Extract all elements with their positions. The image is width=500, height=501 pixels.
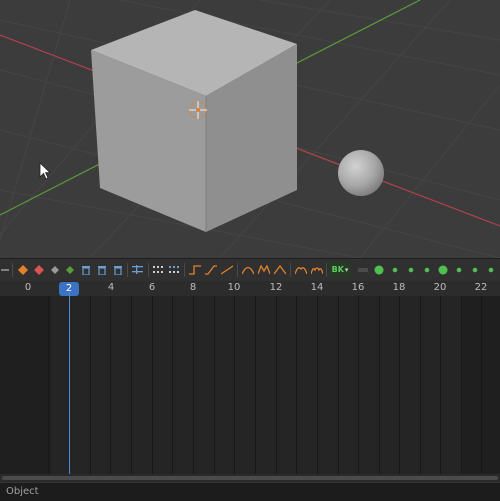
ruler-tick: 10 (227, 282, 241, 293)
trash-selected-icon[interactable] (94, 262, 109, 277)
menu-collapse-icon[interactable] (0, 262, 10, 277)
record-dot-icon[interactable] (371, 262, 386, 277)
mouse-cursor-icon (39, 162, 51, 180)
ruler-tick: 22 (474, 282, 488, 293)
playhead-line[interactable] (69, 292, 70, 475)
curve-icon[interactable] (240, 262, 255, 277)
horizontal-scrollbar[interactable] (0, 474, 500, 482)
timeline-toolbar: BK ▾ (0, 258, 500, 282)
cube-object (91, 10, 297, 232)
frame-ruler[interactable]: 0 4 6 8 10 12 14 16 18 20 22 2 (0, 281, 500, 296)
ruler-tick: 0 (24, 282, 32, 293)
track-dot-2-icon[interactable] (403, 262, 418, 277)
diamond-small-icon[interactable] (47, 262, 62, 277)
diamond-green-icon[interactable] (62, 262, 77, 277)
viewport-scene (0, 0, 500, 258)
keys-selected-grid-icon[interactable] (167, 262, 182, 277)
ruler-tick: 16 (351, 282, 365, 293)
record-dot-large-icon[interactable] (435, 262, 450, 277)
curve-peak-icon[interactable] (256, 262, 271, 277)
bounce-curve-icon[interactable] (309, 262, 324, 277)
bake-keys-toggle[interactable]: BK ▾ (329, 262, 351, 277)
trash-all-icon[interactable] (110, 262, 125, 277)
sphere-object (338, 150, 384, 196)
frame-range-icon[interactable] (130, 262, 145, 277)
track-dot-3-icon[interactable] (419, 262, 434, 277)
ruler-tick: 20 (433, 282, 447, 293)
ruler-tick: 8 (189, 282, 197, 293)
scrollbar-thumb[interactable] (2, 476, 498, 480)
track-dot-1-icon[interactable] (387, 262, 402, 277)
track-dot-4-icon[interactable] (451, 262, 466, 277)
status-bar: Object (0, 482, 500, 501)
interaction-mode-label: Object (6, 486, 39, 497)
diamond-red-icon[interactable] (31, 262, 46, 277)
ruler-tick: 12 (269, 282, 283, 293)
bake-keys-label: BK (331, 265, 344, 274)
record-mode-icon[interactable] (355, 262, 370, 277)
chevron-down-icon: ▾ (344, 265, 349, 274)
ruler-tick: 4 (107, 282, 115, 293)
ruler-tick: 18 (392, 282, 406, 293)
ruler-tick: 14 (310, 282, 324, 293)
3d-viewport[interactable] (0, 0, 500, 258)
keys-grid-icon[interactable] (151, 262, 166, 277)
overshoot-curve-icon[interactable] (293, 262, 308, 277)
ease-curve-icon[interactable] (203, 262, 218, 277)
track-dot-5-icon[interactable] (467, 262, 482, 277)
linear-curve-icon[interactable] (219, 262, 234, 277)
ruler-tick: 6 (148, 282, 156, 293)
trash-icon[interactable] (78, 262, 93, 277)
step-curve-icon[interactable] (187, 262, 202, 277)
curve-spike-icon[interactable] (272, 262, 287, 277)
diamond-orange-icon[interactable] (15, 262, 30, 277)
timeline-track-area[interactable] (0, 296, 500, 474)
track-dot-6-icon[interactable] (483, 262, 498, 277)
